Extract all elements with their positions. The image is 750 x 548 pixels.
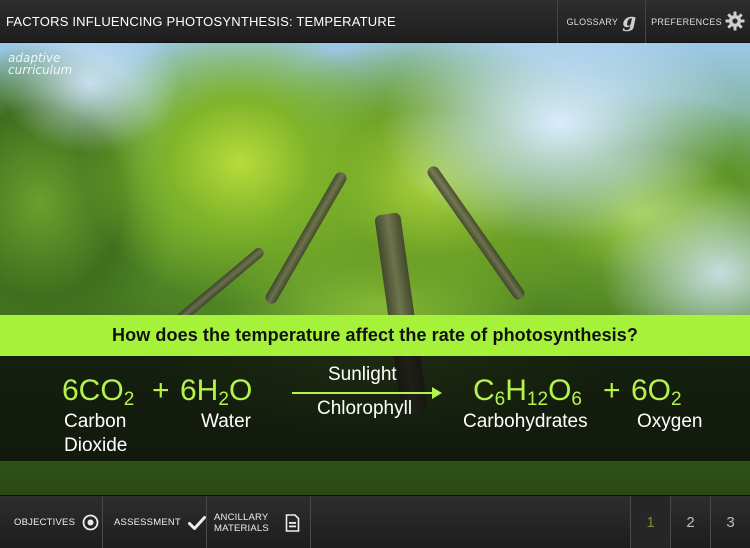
reactant-h2o: 6H2O xyxy=(180,374,253,410)
glossary-icon: g xyxy=(622,8,637,32)
gear-icon xyxy=(725,11,745,33)
checkmark-icon xyxy=(187,515,206,531)
ancillary-label: ANCILLARY MATERIALS xyxy=(214,511,269,534)
product-o2: 6O2 xyxy=(631,374,682,410)
top-bar: FACTORS INFLUENCING PHOTOSYNTHESIS: TEMP… xyxy=(0,0,750,43)
logo-line-2: curriculum xyxy=(8,63,73,77)
preferences-label: PREFERENCES xyxy=(651,16,722,27)
page-2-button[interactable]: 2 xyxy=(670,496,710,548)
plus-sign: + xyxy=(152,374,170,407)
label-carbon: Carbon xyxy=(64,411,127,432)
objectives-button[interactable]: OBJECTIVES xyxy=(0,496,103,548)
page-1-button[interactable]: 1 xyxy=(630,496,670,548)
assessment-button[interactable]: ASSESSMENT xyxy=(103,496,207,548)
objectives-label: OBJECTIVES xyxy=(14,517,76,528)
glossary-label: GLOSSARY xyxy=(566,16,619,27)
adaptive-curriculum-logo: adaptive curriculum xyxy=(8,52,80,76)
label-oxygen: Oxygen xyxy=(637,411,703,432)
page-3-button[interactable]: 3 xyxy=(710,496,750,548)
condition-sunlight: Sunlight xyxy=(328,364,397,385)
bottom-bar: OBJECTIVES ASSESSMENT ANCILLARY MATERIAL… xyxy=(0,495,750,548)
label-water: Water xyxy=(201,411,251,432)
tree-branch xyxy=(263,170,349,306)
preferences-button[interactable]: PREFERENCES xyxy=(645,0,750,43)
condition-chlorophyll: Chlorophyll xyxy=(317,398,413,419)
label-carbohydrates: Carbohydrates xyxy=(463,411,588,432)
label-dioxide: Dioxide xyxy=(64,435,128,456)
document-icon xyxy=(285,513,300,532)
tree-branch xyxy=(425,164,527,302)
question-banner: How does the temperature affect the rate… xyxy=(0,315,750,356)
reaction-arrow xyxy=(292,387,442,399)
page-title: FACTORS INFLUENCING PHOTOSYNTHESIS: TEMP… xyxy=(6,14,396,29)
photosynthesis-equation: 6CO2 + 6H2O Sunlight Chlorophyll C6H12O6… xyxy=(0,356,750,461)
question-text: How does the temperature affect the rate… xyxy=(112,325,638,345)
reactant-co2: 6CO2 xyxy=(62,374,135,410)
glossary-button[interactable]: GLOSSARY g xyxy=(557,0,645,43)
ancillary-materials-button[interactable]: ANCILLARY MATERIALS xyxy=(207,496,311,548)
assessment-label: ASSESSMENT xyxy=(114,517,181,528)
product-glucose: C6H12O6 xyxy=(473,374,582,410)
plus-sign: + xyxy=(603,374,621,407)
target-icon xyxy=(82,514,99,531)
